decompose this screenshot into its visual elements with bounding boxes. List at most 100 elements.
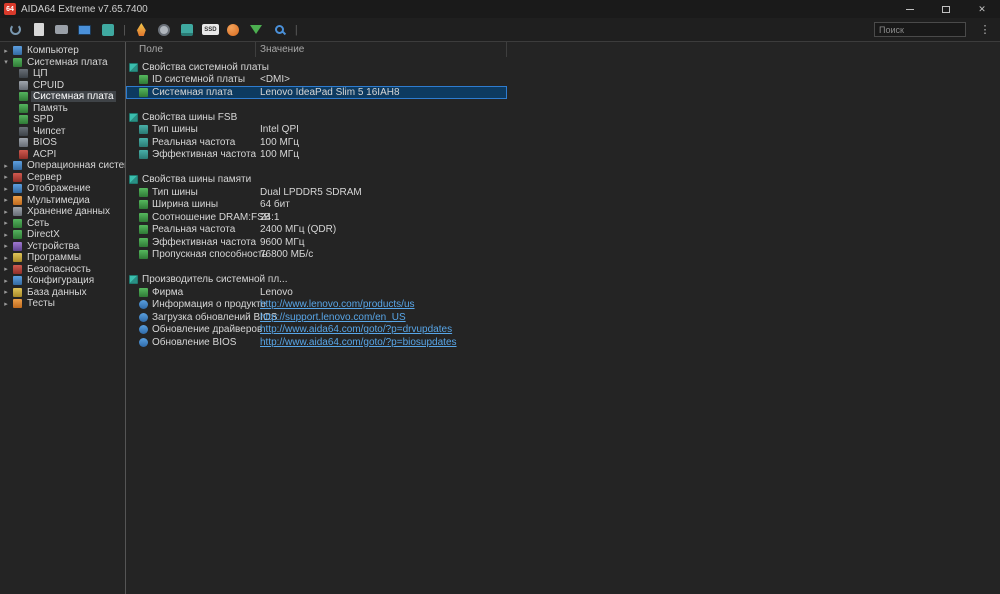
table-row[interactable]: Соотношение DRAM:FSB 24:1 [126,211,507,224]
table-row[interactable]: Обновление BIOS http://www.aida64.com/got… [126,336,507,349]
table-row[interactable]: Тип шины Intel QPI [126,124,507,137]
table-row[interactable]: Загрузка обновлений BIOS http://support.l… [126,311,507,324]
network-icon [13,218,22,228]
sidebar-item-devices[interactable]: Устройства [0,241,125,253]
chevron-right-icon[interactable] [2,196,10,204]
chevron-right-icon[interactable] [2,242,10,250]
sensors-button[interactable] [100,22,115,37]
sidebar-item-database[interactable]: База данных [0,287,125,299]
refresh-button[interactable] [8,22,23,37]
value-cell: 24:1 [260,211,280,223]
memory-icon [19,103,28,113]
sidebar-item-cpu[interactable]: ЦП [0,68,125,80]
field-label: Реальная частота [152,224,236,236]
update-button[interactable] [249,22,264,37]
cache-benchmark-button[interactable] [180,22,195,37]
column-header-field[interactable]: Поле [126,42,256,57]
sidebar-item-network[interactable]: Сеть [0,218,125,230]
bios-download-link[interactable]: http://support.lenovo.com/en_US [256,312,406,323]
sidebar-item-directx[interactable]: DirectX [0,229,125,241]
ssd-badge-icon: SSD [201,24,219,35]
sidebar-item-computer[interactable]: Компьютер [0,45,125,57]
bios-update-link[interactable]: http://www.aida64.com/goto/?p=biosupdate… [256,337,457,348]
ssd-benchmark-button[interactable]: SSD [201,22,219,37]
server-icon [13,172,22,182]
value-cell: Intel QPI [260,124,299,136]
value-cell: 100 МГц [260,136,299,148]
sidebar-item-display[interactable]: Отображение [0,183,125,195]
computer-icon [13,46,22,56]
driver-update-icon [139,325,148,335]
chevron-right-icon[interactable] [2,162,10,170]
chevron-down-icon[interactable] [2,58,10,66]
sidebar-item-memory[interactable]: Память [0,103,125,115]
table-row-selected[interactable]: Системная плата Lenovo IdeaPad Slim 5 16I… [126,86,507,99]
sidebar-item-server[interactable]: Сервер [0,172,125,184]
disk-benchmark-button[interactable] [157,22,172,37]
config-icon [13,276,22,286]
column-header-value[interactable]: Значение [256,42,507,57]
table-row[interactable]: ID системной платы <DMI> [126,74,507,87]
maximize-button[interactable] [928,0,964,18]
table-row[interactable]: Тип шины Dual LPDDR5 SDRAM [126,186,507,199]
sidebar-item-bios[interactable]: BIOS [0,137,125,149]
chevron-right-icon[interactable] [2,219,10,227]
table-row[interactable]: Реальная частота 2400 МГц (QDR) [126,224,507,237]
chevron-right-icon[interactable] [2,208,10,216]
table-row[interactable]: Реальная частота 100 МГц [126,136,507,149]
value-cell: 2400 МГц (QDR) [260,224,337,236]
section-row[interactable]: Свойства шины FSB [126,111,507,124]
report-button[interactable] [31,22,46,37]
chevron-right-icon[interactable] [2,231,10,239]
chevron-right-icon[interactable] [2,254,10,262]
sidebar-item-storage[interactable]: Хранение данных [0,206,125,218]
disk-icon [158,23,171,36]
bios-icon [19,138,28,148]
table-row[interactable]: Пропускная способность 76800 МБ/с [126,249,507,262]
search-tool-button[interactable] [272,22,287,37]
chevron-right-icon[interactable] [2,277,10,285]
spacer-row [126,261,507,274]
section-row[interactable]: Свойства шины памяти [126,174,507,187]
sidebar-item-tests[interactable]: Тесты [0,298,125,310]
menu-dots-button[interactable]: ⋮ [978,23,992,36]
chevron-right-icon[interactable] [2,173,10,181]
sidebar-item-chipset[interactable]: Чипсет [0,126,125,138]
display-button[interactable] [77,22,92,37]
minimize-button[interactable] [892,0,928,18]
table-row[interactable]: Обновление драйверов http://www.aida64.co… [126,324,507,337]
sidebar-item-config[interactable]: Конфигурация [0,275,125,287]
section-row[interactable]: Свойства системной платы [126,61,507,74]
sidebar-item-programs[interactable]: Программы [0,252,125,264]
product-info-link[interactable]: http://www.lenovo.com/products/us [256,299,415,310]
drive-button[interactable] [54,22,69,37]
table-row[interactable]: Информация о продукте http://www.lenovo.c… [126,299,507,312]
sidebar-item-os[interactable]: Операционная система [0,160,125,172]
chevron-right-icon[interactable] [2,265,10,273]
monitor-diagnostics-button[interactable] [226,22,241,37]
search-input[interactable] [874,22,966,37]
driver-update-link[interactable]: http://www.aida64.com/goto/?p=drvupdates [256,324,452,335]
sidebar-item-multimedia[interactable]: Мультимедиа [0,195,125,207]
sidebar-item-cpuid[interactable]: CPUID [0,80,125,92]
chevron-right-icon[interactable] [2,300,10,308]
sensors-icon [101,23,114,36]
sidebar-item-acpi[interactable]: ACPI [0,149,125,161]
stability-test-button[interactable] [134,22,149,37]
sidebar-item-security[interactable]: Безопасность [0,264,125,276]
table-row[interactable]: Эффективная частота 100 МГц [126,149,507,162]
memory-icon [139,237,148,247]
sidebar-item-motherboard[interactable]: Системная плата [0,57,125,69]
table-row[interactable]: Фирма Lenovo [126,286,507,299]
chevron-right-icon[interactable] [2,47,10,55]
memory-icon [139,212,148,222]
sidebar-item-spd[interactable]: SPD [0,114,125,126]
chevron-right-icon[interactable] [2,288,10,296]
table-row[interactable]: Ширина шины 64 бит [126,199,507,212]
close-button[interactable] [964,0,1000,18]
table-row[interactable]: Эффективная частота 9600 МГц [126,236,507,249]
sidebar-item-motherboard-page[interactable]: Системная плата [0,91,125,103]
chevron-right-icon[interactable] [2,185,10,193]
section-row[interactable]: Производитель системной пл... [126,274,507,287]
value-cell: 9600 МГц [260,236,305,248]
